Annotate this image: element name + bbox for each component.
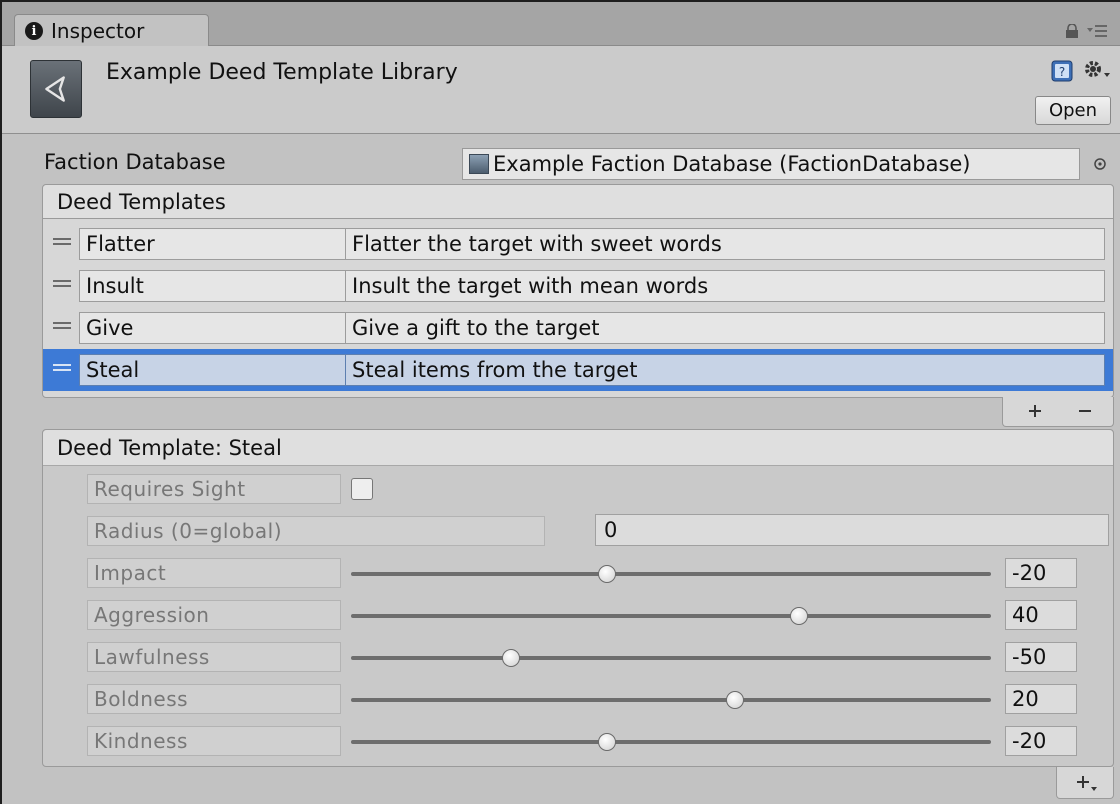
- boldness-value-field[interactable]: 20: [1005, 684, 1077, 714]
- faction-database-value: Example Faction Database (FactionDatabas…: [493, 152, 971, 176]
- object-picker-icon[interactable]: [1092, 156, 1108, 172]
- slider-thumb[interactable]: [790, 607, 808, 625]
- slider-thumb[interactable]: [726, 691, 744, 709]
- boldness-label: Boldness: [87, 684, 341, 714]
- list-footer: [1002, 397, 1114, 427]
- radius-label: Radius (0=global): [87, 516, 545, 546]
- aggression-value-field[interactable]: 40: [1005, 600, 1077, 630]
- faction-database-field[interactable]: Example Faction Database (FactionDatabas…: [462, 148, 1080, 180]
- impact-value-field[interactable]: -20: [1005, 558, 1077, 588]
- impact-slider[interactable]: [351, 565, 991, 583]
- tab-inspector[interactable]: i Inspector: [14, 14, 209, 47]
- asset-title: Example Deed Template Library: [106, 60, 458, 85]
- lawfulness-value-field[interactable]: -50: [1005, 642, 1077, 672]
- info-icon: i: [25, 22, 43, 40]
- deed-description-field[interactable]: Give a gift to the target: [345, 312, 1105, 344]
- boldness-slider[interactable]: [351, 691, 991, 709]
- list-item[interactable]: Flatter Flatter the target with sweet wo…: [43, 223, 1113, 265]
- inspector-window: i Inspector Example Deed Template Librar…: [0, 0, 1120, 804]
- open-button[interactable]: Open: [1035, 96, 1111, 125]
- drag-handle-icon[interactable]: [53, 280, 71, 290]
- panel-footer: [1056, 767, 1114, 799]
- deed-templates-header: Deed Templates: [43, 185, 1113, 219]
- kindness-slider[interactable]: [351, 733, 991, 751]
- unity-asset-icon: [30, 60, 82, 118]
- impact-label: Impact: [87, 558, 341, 588]
- list-item[interactable]: Give Give a gift to the target: [43, 307, 1113, 349]
- lawfulness-label: Lawfulness: [87, 642, 341, 672]
- radius-field[interactable]: 0: [595, 514, 1109, 546]
- aggression-label: Aggression: [87, 600, 341, 630]
- help-icon[interactable]: ?: [1051, 60, 1073, 82]
- lock-icon[interactable]: [1065, 24, 1079, 38]
- requires-sight-checkbox[interactable]: [351, 478, 373, 500]
- title-bar: i Inspector: [2, 2, 1120, 47]
- remove-item-button[interactable]: [1077, 403, 1093, 419]
- add-component-button[interactable]: [1075, 773, 1099, 793]
- slider-thumb[interactable]: [598, 733, 616, 751]
- deed-name-field[interactable]: Steal: [79, 354, 374, 386]
- lawfulness-slider[interactable]: [351, 649, 991, 667]
- drag-handle-icon[interactable]: [53, 238, 71, 248]
- tab-label: Inspector: [51, 19, 145, 43]
- deed-name-field[interactable]: Flatter: [79, 228, 374, 260]
- drag-handle-icon[interactable]: [53, 364, 71, 374]
- list-item[interactable]: Insult Insult the target with mean words: [43, 265, 1113, 307]
- deed-name-field[interactable]: Insult: [79, 270, 374, 302]
- kindness-value-field[interactable]: -20: [1005, 726, 1077, 756]
- slider-thumb[interactable]: [502, 649, 520, 667]
- deed-templates-list: Deed Templates Flatter Flatter the targe…: [42, 184, 1114, 398]
- deed-template-header: Deed Template: Steal: [43, 430, 1113, 466]
- menu-icon[interactable]: [1086, 22, 1108, 40]
- list-item-selected[interactable]: Steal Steal items from the target: [43, 349, 1113, 391]
- deed-template-panel: Deed Template: Steal Requires Sight Radi…: [42, 429, 1114, 767]
- svg-text:?: ?: [1059, 65, 1065, 79]
- deed-name-field[interactable]: Give: [79, 312, 374, 344]
- object-icon: [469, 154, 489, 174]
- gear-icon[interactable]: [1082, 57, 1112, 83]
- aggression-slider[interactable]: [351, 607, 991, 625]
- deed-description-field[interactable]: Flatter the target with sweet words: [345, 228, 1105, 260]
- requires-sight-label: Requires Sight: [87, 474, 341, 504]
- kindness-label: Kindness: [87, 726, 341, 756]
- add-item-button[interactable]: [1027, 403, 1043, 419]
- deed-description-field[interactable]: Insult the target with mean words: [345, 270, 1105, 302]
- drag-handle-icon[interactable]: [53, 322, 71, 332]
- deed-description-field[interactable]: Steal items from the target: [345, 354, 1105, 386]
- faction-database-label: Faction Database: [44, 150, 226, 174]
- slider-thumb[interactable]: [598, 565, 616, 583]
